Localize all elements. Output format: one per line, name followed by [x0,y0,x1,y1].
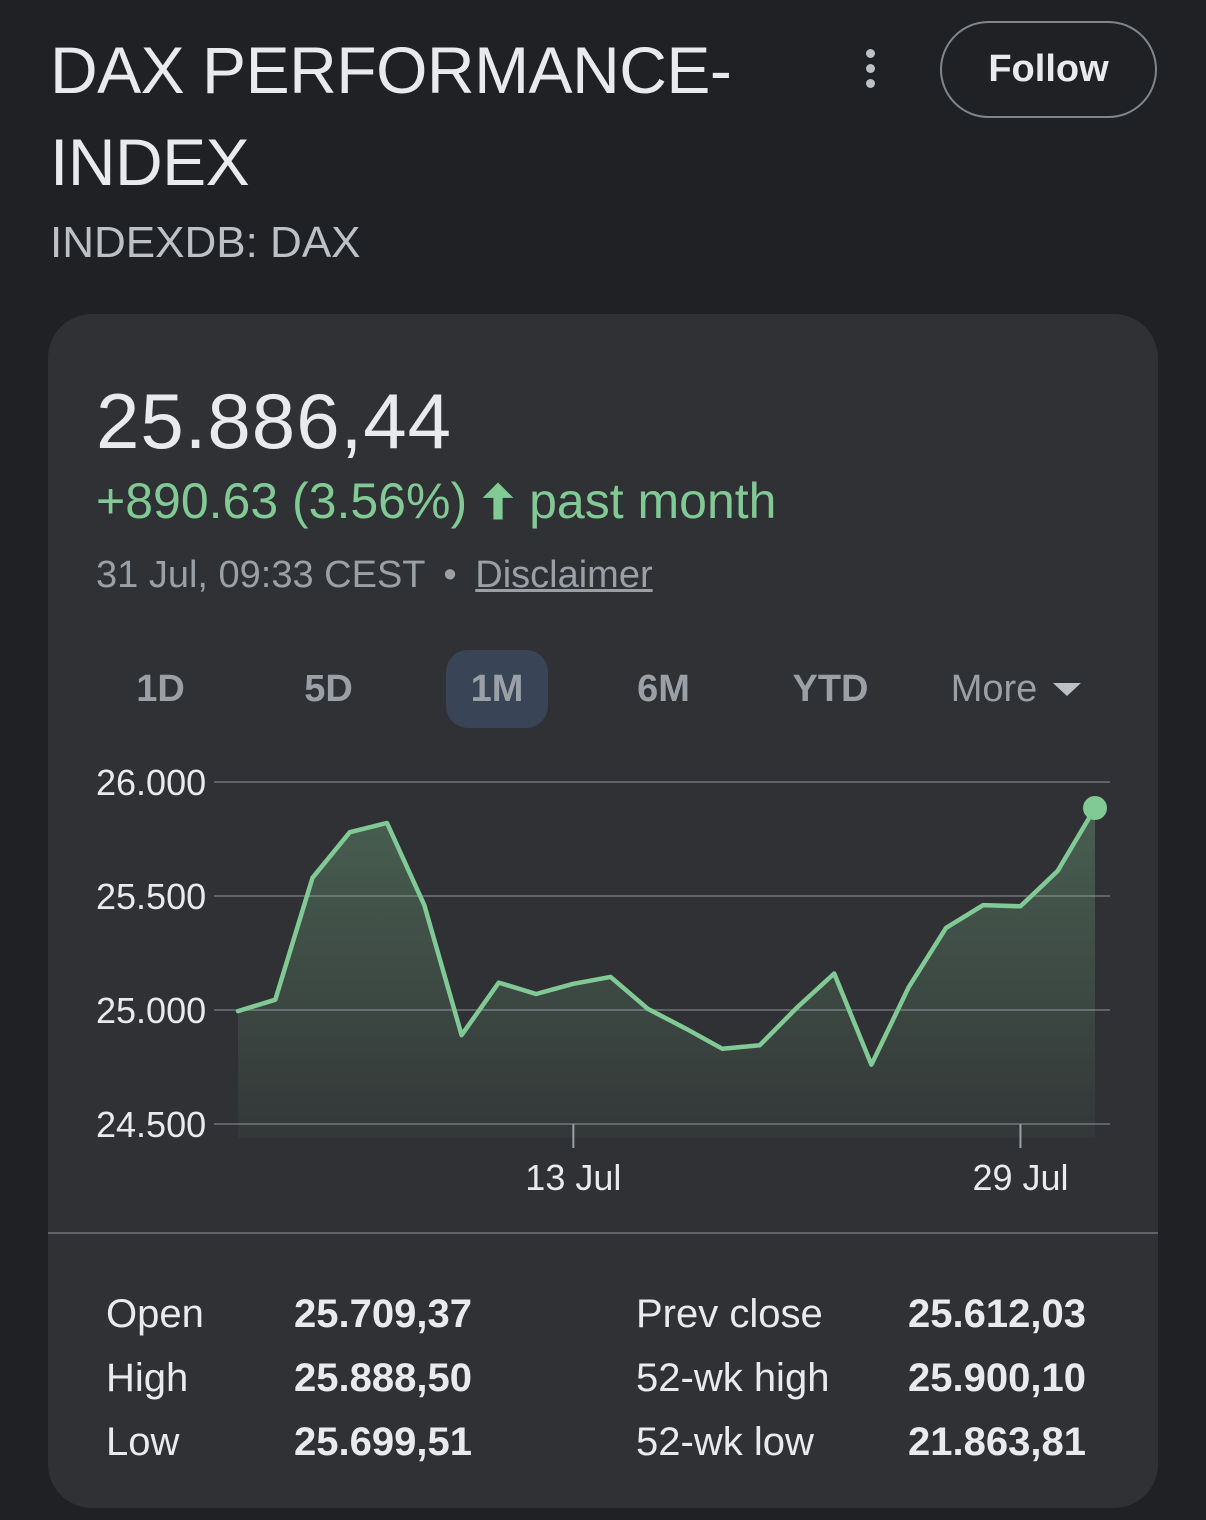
arrow-up-icon [482,482,514,520]
more-vert-icon [865,63,875,73]
stat-label-high: High [106,1356,189,1400]
tab-1m[interactable]: 1M [446,650,548,728]
stat-value-high: 25.888,50 [294,1356,472,1400]
change-period: past month [529,473,777,529]
tab-ytd[interactable]: YTD [773,650,888,728]
stat-value-52wk-high: 25.900,10 [908,1356,1086,1400]
tab-label: YTD [792,667,869,710]
y-tick-label: 25.500 [96,876,206,917]
tab-1d[interactable]: 1D [108,650,213,728]
stat-value-low: 25.699,51 [294,1420,472,1464]
tab-label: More [950,667,1038,710]
title-line-2: INDEX [50,125,250,199]
tab-more[interactable]: More [936,650,1096,728]
ticker-symbol: INDEXDB: DAX [50,218,361,267]
x-tick-label: 29 Jul [972,1157,1068,1198]
range-tabs: 1D 5D 1M 6M YTD More [108,650,1098,728]
stat-label-52wk-low: 52-wk low [636,1420,814,1464]
change-value: +890.63 (3.56%) [96,473,468,529]
y-tick-label: 24.500 [96,1104,206,1145]
card-divider [48,1232,1158,1234]
stat-label-prev-close: Prev close [636,1292,823,1336]
price-chart[interactable]: 26.000 25.500 25.000 24.500 13 Jul 29 Jul [48,744,1158,1204]
more-vert-icon [865,48,875,58]
more-vert-icon [865,78,875,88]
y-tick-label: 25.000 [96,990,206,1031]
disclaimer-link[interactable]: Disclaimer [475,554,652,596]
more-options-button[interactable] [846,44,894,92]
y-tick-label: 26.000 [96,762,206,803]
current-price: 25.886,44 [96,377,453,465]
stat-label-open: Open [106,1292,204,1336]
dropdown-arrow-icon [1053,682,1082,696]
latest-point [1083,795,1107,820]
tab-label: 1M [470,667,524,710]
quote-meta: 31 Jul, 09:33 CEST • Disclaimer [96,554,653,597]
quote-timestamp: 31 Jul, 09:33 CEST [96,554,425,596]
stat-value-prev-close: 25.612,03 [908,1292,1086,1336]
tab-6m[interactable]: 6M [611,650,716,728]
x-tick-label: 13 Jul [525,1157,621,1198]
tab-label: 1D [136,667,185,710]
meta-separator: • [443,554,457,596]
stat-value-open: 25.709,37 [294,1292,472,1336]
page-title: DAX PERFORMANCE- INDEX [50,24,830,208]
price-change: +890.63 (3.56%) past month [96,472,776,530]
follow-button[interactable]: Follow [940,21,1157,118]
stat-label-52wk-high: 52-wk high [636,1356,830,1400]
title-line-1: DAX PERFORMANCE- [50,33,732,107]
tab-label: 6M [637,667,690,710]
tab-5d[interactable]: 5D [276,650,381,728]
stat-value-52wk-low: 21.863,81 [908,1420,1086,1464]
quote-card: 25.886,44 +890.63 (3.56%) past month 31 … [48,314,1158,1508]
tab-label: 5D [304,667,353,710]
stat-label-low: Low [106,1420,180,1464]
price-area [238,808,1095,1138]
